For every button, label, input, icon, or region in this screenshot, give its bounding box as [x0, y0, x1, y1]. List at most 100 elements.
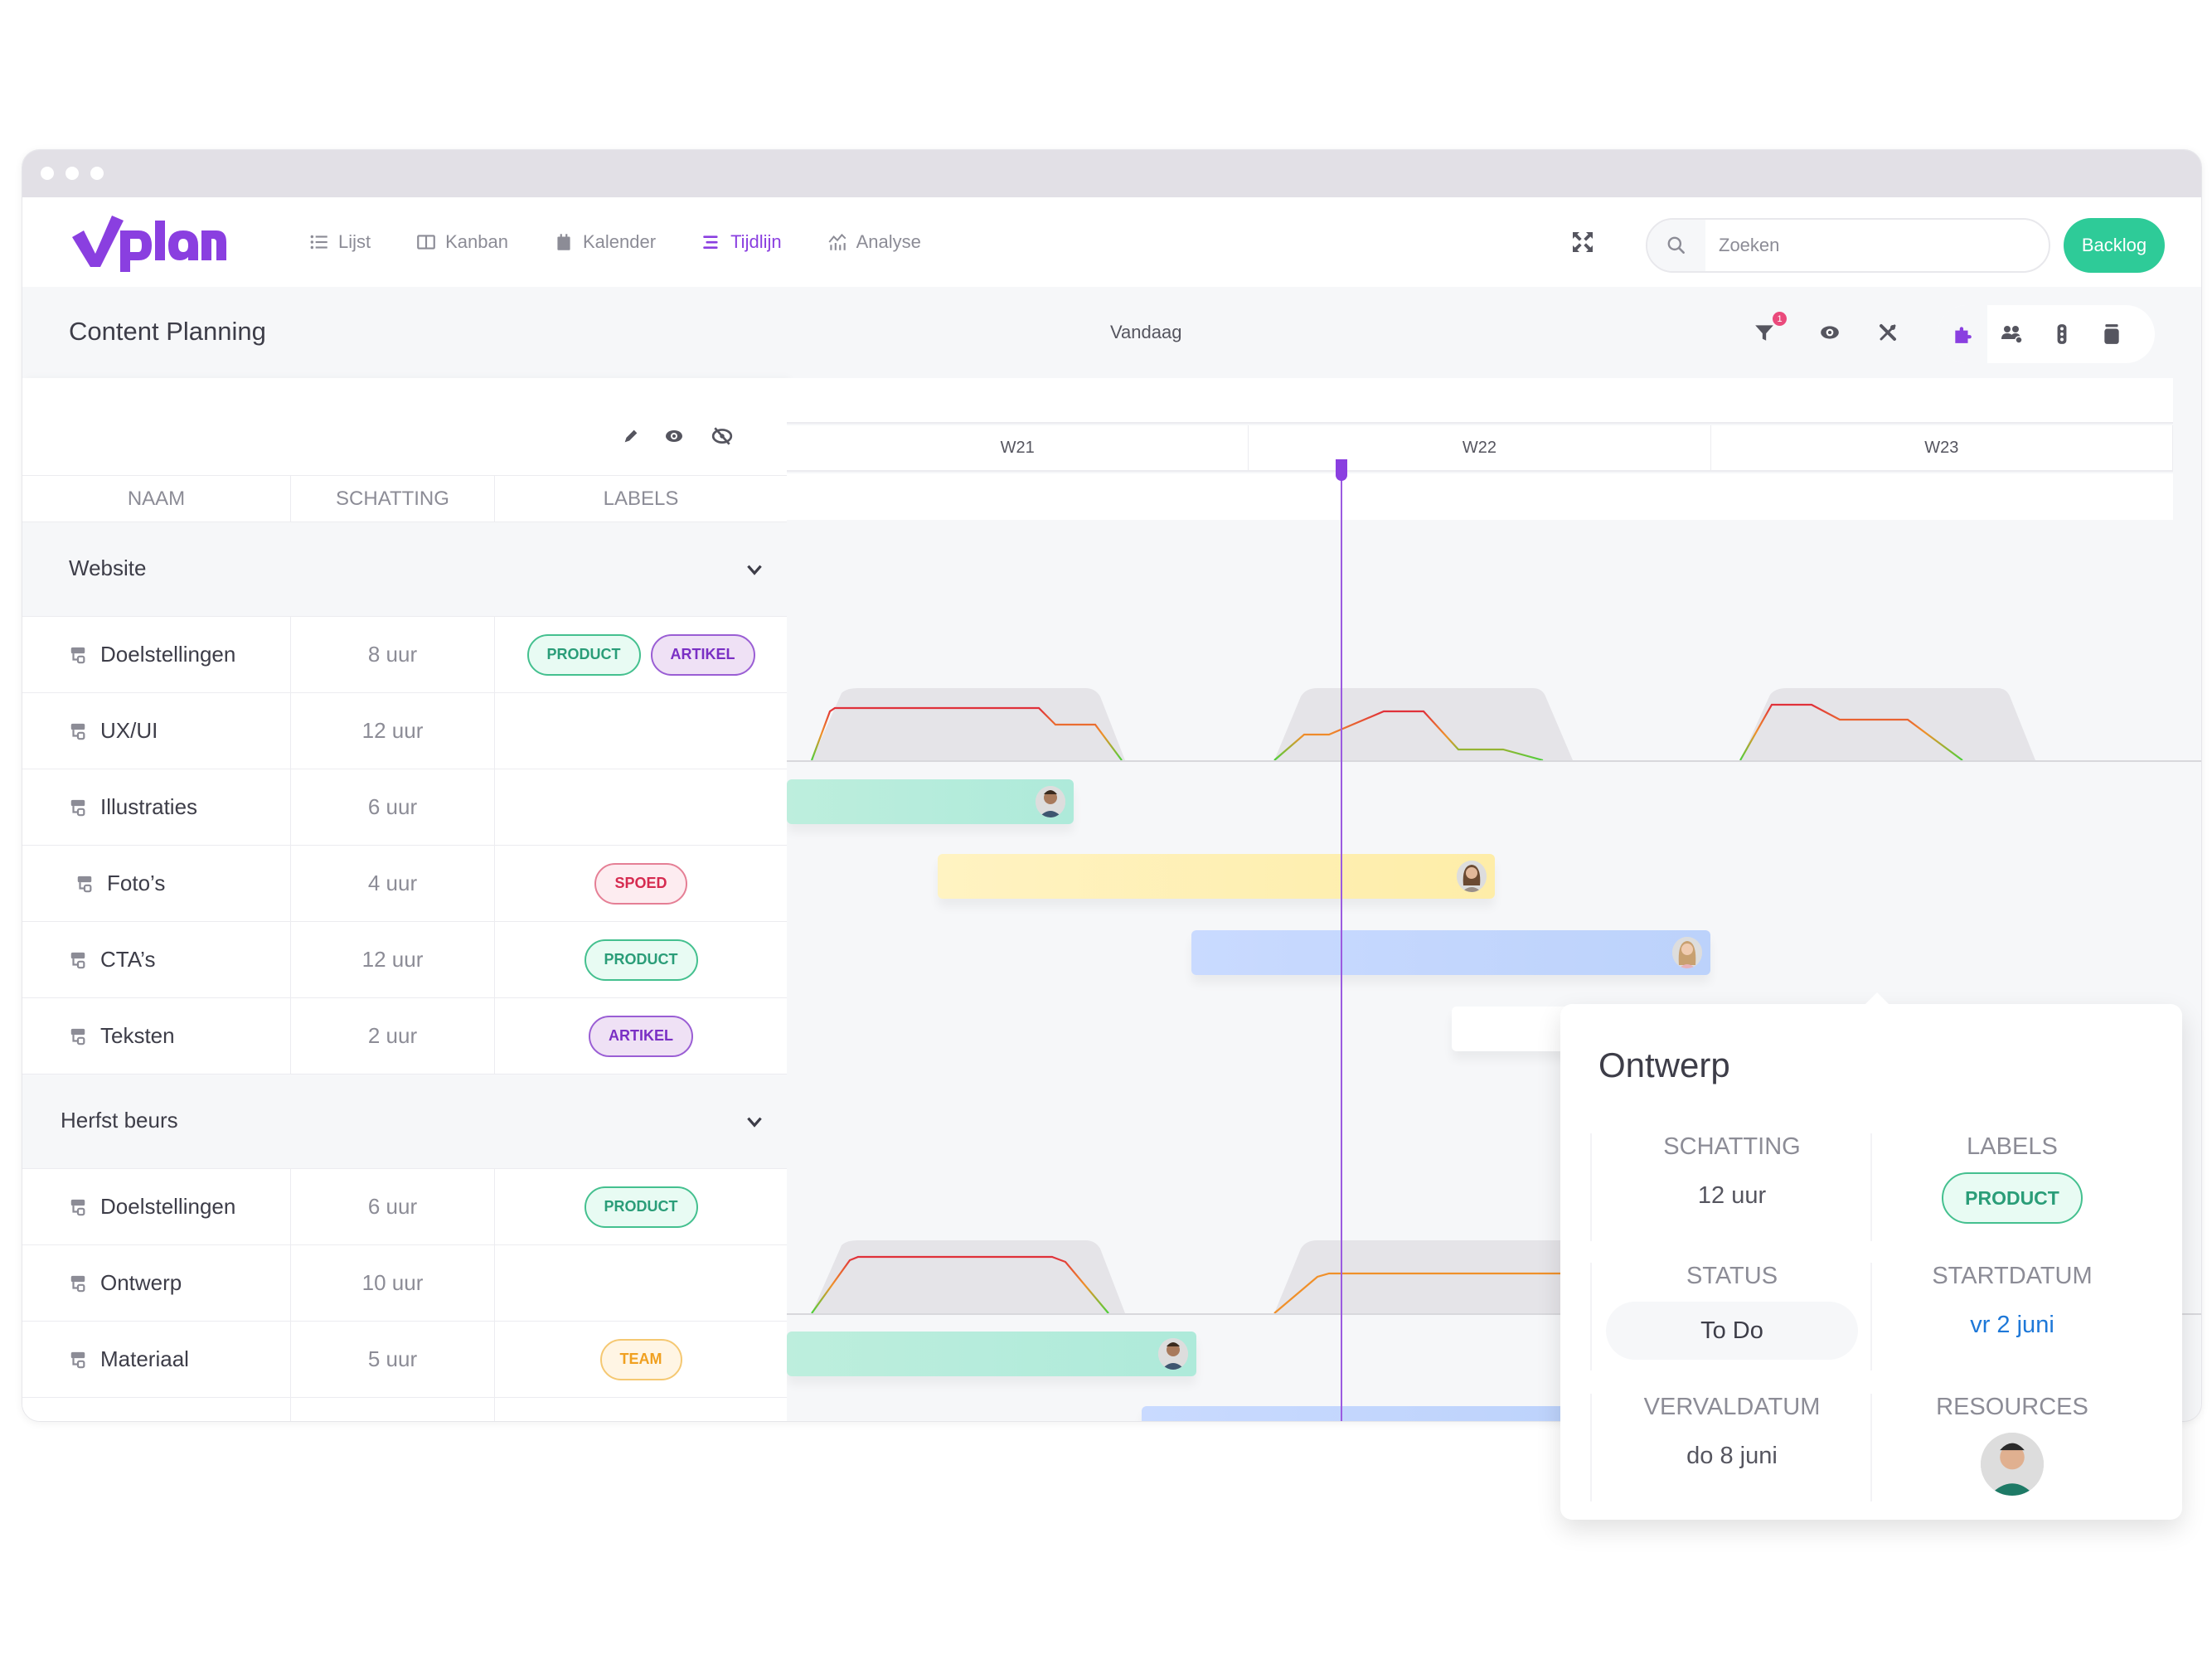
filter-button[interactable]: 1 [1752, 312, 1787, 345]
table-row[interactable]: Teksten 2 uur ARTIKEL [22, 997, 787, 1074]
window-dot-minimize[interactable] [65, 167, 79, 180]
task-name-cell[interactable]: Doelstellingen [22, 617, 291, 692]
search-icon-wrap[interactable] [1647, 220, 1705, 271]
estimate-cell[interactable]: 5 uur [291, 1322, 495, 1397]
labels-cell[interactable]: PRODUCT [495, 922, 787, 997]
labels-cell[interactable]: PRODUCT [495, 1169, 787, 1244]
label-artikel[interactable]: ARTIKEL [650, 633, 755, 676]
vplan-logo[interactable] [69, 212, 226, 272]
estimate-cell[interactable]: 6 uur [291, 1169, 495, 1244]
window-dot-maximize[interactable] [90, 167, 104, 180]
popup-duedate-value[interactable]: do 8 juni [1686, 1443, 1778, 1470]
table-row[interactable]: Doelstellingen 6 uur PRODUCT [22, 1168, 787, 1244]
task-estimate: 12 uur [361, 718, 424, 743]
labels-cell[interactable] [495, 1245, 787, 1321]
estimate-cell[interactable]: 12 uur [291, 922, 495, 997]
nav-kanban[interactable]: Kanban [415, 231, 508, 253]
avatar[interactable] [1158, 1338, 1188, 1370]
fullscreen-expand-icon[interactable] [1569, 229, 1596, 255]
chevron-down-icon[interactable] [744, 1111, 765, 1133]
bar-ontwerp[interactable] [1142, 1406, 1606, 1421]
labels-cell[interactable] [495, 769, 787, 845]
task-name: Ontwerp [100, 1270, 182, 1295]
view-projects[interactable] [1938, 305, 1987, 363]
popup-startdate-value[interactable]: vr 2 juni [1970, 1312, 2054, 1339]
nav-lijst[interactable]: Lijst [308, 231, 371, 253]
label-team[interactable]: TEAM [599, 1338, 682, 1380]
view-status[interactable] [2037, 305, 2087, 363]
task-name-cell[interactable]: UX/UI [22, 693, 291, 769]
estimate-cell[interactable]: 10 uur [291, 1245, 495, 1321]
bar-herfst-doelstellingen[interactable] [787, 1332, 1196, 1376]
edit-button[interactable] [619, 424, 643, 448]
today-marker-handle[interactable] [1336, 459, 1347, 481]
window-dot-close[interactable] [41, 167, 54, 180]
popup-duedate-label: VERVALDATUM [1643, 1394, 1821, 1420]
view-archive[interactable] [2087, 305, 2137, 363]
show-all-button[interactable] [662, 424, 686, 448]
labels-cell[interactable] [495, 693, 787, 769]
task-name-cell[interactable]: CTA’s [22, 922, 291, 997]
column-header-schatting[interactable]: SCHATTING [291, 476, 495, 521]
estimate-cell[interactable]: 2 uur [291, 998, 495, 1074]
resource-view-toggle [1938, 305, 2155, 363]
nav-kalender[interactable]: Kalender [553, 231, 656, 253]
column-header-naam[interactable]: NAAM [22, 476, 291, 521]
group-header[interactable]: Website [22, 521, 787, 616]
task-name-cell[interactable]: Ontwerp [22, 1245, 291, 1321]
bar-ux-ui[interactable] [938, 854, 1495, 899]
avatar[interactable] [1672, 937, 1702, 968]
task-name-cell[interactable]: Teksten [22, 998, 291, 1074]
column-header-labels[interactable]: LABELS [495, 476, 787, 521]
labels-cell[interactable]: PRODUCT ARTIKEL [495, 617, 787, 692]
labels-cell[interactable]: ARTIKEL [495, 998, 787, 1074]
table-row[interactable]: CTA’s 12 uur PRODUCT [22, 921, 787, 997]
chevron-down-icon[interactable] [744, 559, 765, 580]
visibility-button[interactable] [1817, 320, 1842, 345]
task-name-cell[interactable]: Doelstellingen [22, 1169, 291, 1244]
label-product[interactable]: PRODUCT [584, 1186, 698, 1228]
table-row[interactable]: Ontwerp 10 uur [22, 1244, 787, 1321]
estimate-cell[interactable]: 6 uur [291, 769, 495, 845]
bar-doelstellingen[interactable] [787, 779, 1074, 824]
label-spoed[interactable]: SPOED [594, 862, 687, 905]
capacity-shape-w23 [1740, 688, 2035, 760]
pencil-icon [624, 429, 638, 443]
popup-estimate-value[interactable]: 12 uur [1698, 1182, 1766, 1210]
group-header[interactable]: Herfst beurs [22, 1074, 787, 1168]
table-row[interactable]: Materiaal 5 uur TEAM [22, 1321, 787, 1397]
estimate-cell[interactable]: 8 uur [291, 617, 495, 692]
task-name-cell[interactable]: Materiaal [22, 1322, 291, 1397]
table-row[interactable]: UX/UI 12 uur [22, 692, 787, 769]
labels-cell[interactable]: TEAM [495, 1322, 787, 1397]
timeline-icon [703, 235, 718, 250]
hide-all-button[interactable] [711, 424, 734, 448]
view-teams[interactable] [1987, 305, 2037, 363]
nav-analyse[interactable]: Analyse [827, 231, 921, 253]
label-product[interactable]: PRODUCT [584, 939, 698, 981]
nav-tijdlijn[interactable]: Tijdlijn [701, 231, 782, 253]
backlog-button[interactable]: Backlog [2064, 218, 2165, 273]
avatar[interactable] [1457, 861, 1487, 892]
resource-avatar[interactable] [1981, 1433, 2044, 1496]
bar-illustraties[interactable] [1191, 930, 1710, 975]
tools-button[interactable] [1875, 320, 1900, 345]
label-product[interactable]: PRODUCT [526, 633, 641, 676]
today-button[interactable]: Vandaag [1110, 322, 1181, 343]
group-name: Herfst beurs [61, 1108, 178, 1133]
table-row[interactable]: Illustraties 6 uur [22, 769, 787, 845]
popup-label-product[interactable]: PRODUCT [1942, 1172, 2083, 1224]
table-row[interactable]: Doelstellingen 8 uur PRODUCT ARTIKEL [22, 616, 787, 692]
task-name-cell[interactable]: Illustraties [22, 769, 291, 845]
search-input[interactable] [1705, 220, 2049, 271]
labels-cell[interactable]: SPOED [495, 846, 787, 921]
estimate-cell[interactable]: 12 uur [291, 693, 495, 769]
empty-cell [291, 1398, 495, 1421]
avatar[interactable] [1036, 786, 1065, 817]
label-artikel[interactable]: ARTIKEL [589, 1015, 693, 1057]
estimate-cell[interactable]: 4 uur [291, 846, 495, 921]
status-dropdown[interactable]: To Do [1606, 1302, 1858, 1360]
task-estimate: 5 uur [367, 1346, 418, 1371]
table-row[interactable]: Foto’s 4 uur SPOED [22, 845, 787, 921]
task-name-cell[interactable]: Foto’s [22, 846, 291, 921]
